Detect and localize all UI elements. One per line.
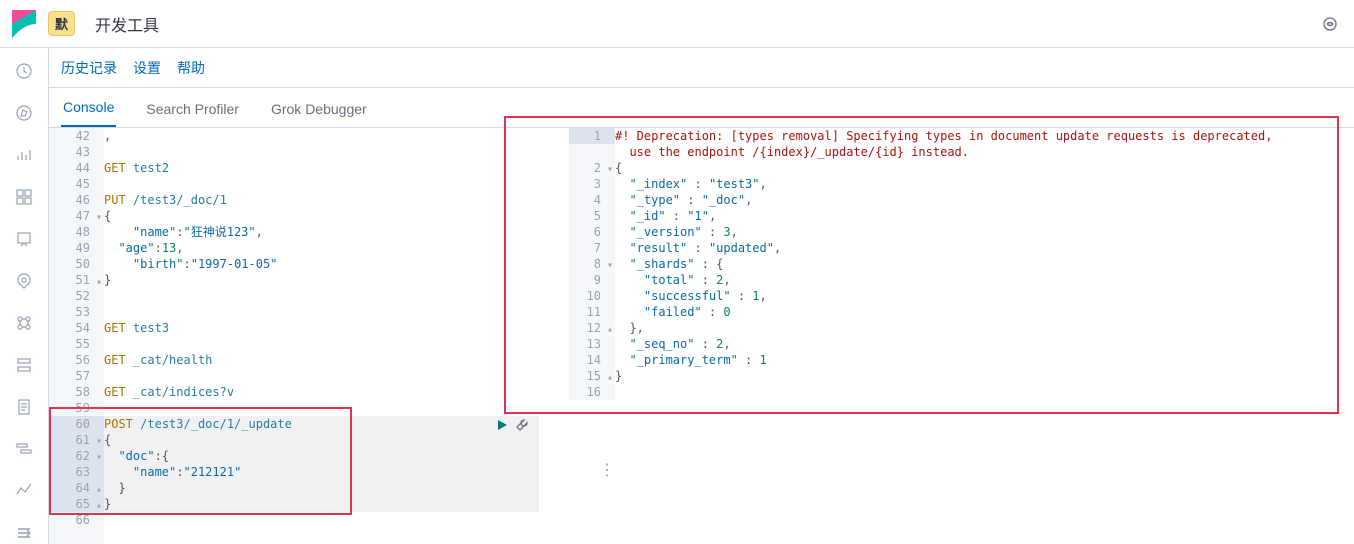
badge: 默 (48, 11, 75, 36)
link-settings[interactable]: 设置 (133, 58, 161, 78)
uptime-icon[interactable] (12, 480, 36, 502)
maps-icon[interactable] (12, 270, 36, 292)
logs-icon[interactable] (12, 396, 36, 418)
infra-icon[interactable] (12, 354, 36, 376)
wrench-icon[interactable] (515, 418, 529, 435)
canvas-icon[interactable] (12, 228, 36, 250)
app-header: 默 开发工具 (0, 0, 1354, 48)
request-pane[interactable]: 424344454647▾48495051▴525354555657585960… (49, 128, 539, 544)
fullscreen-icon[interactable] (1314, 8, 1346, 40)
link-history[interactable]: 历史记录 (61, 58, 117, 78)
editor-area: 424344454647▾48495051▴525354555657585960… (49, 128, 1354, 544)
expand-icon[interactable] (12, 522, 36, 544)
tab-console[interactable]: Console (61, 89, 116, 127)
tab-grok-debugger[interactable]: Grok Debugger (269, 91, 369, 127)
page-title: 开发工具 (95, 12, 159, 36)
tabs: Console Search Profiler Grok Debugger (49, 88, 1354, 128)
visualize-icon[interactable] (12, 144, 36, 166)
tab-search-profiler[interactable]: Search Profiler (144, 91, 241, 127)
recent-icon[interactable] (12, 60, 36, 82)
apm-icon[interactable] (12, 438, 36, 460)
subheader: 历史记录 设置 帮助 (49, 48, 1354, 88)
kibana-logo[interactable] (8, 8, 40, 40)
link-help[interactable]: 帮助 (177, 58, 205, 78)
side-nav (0, 48, 49, 544)
discover-icon[interactable] (12, 102, 36, 124)
play-icon[interactable] (495, 418, 509, 435)
ml-icon[interactable] (12, 312, 36, 334)
dashboard-icon[interactable] (12, 186, 36, 208)
response-pane[interactable]: 12▾345678▾9101112▴131415▴16 #! Deprecati… (539, 128, 1354, 544)
